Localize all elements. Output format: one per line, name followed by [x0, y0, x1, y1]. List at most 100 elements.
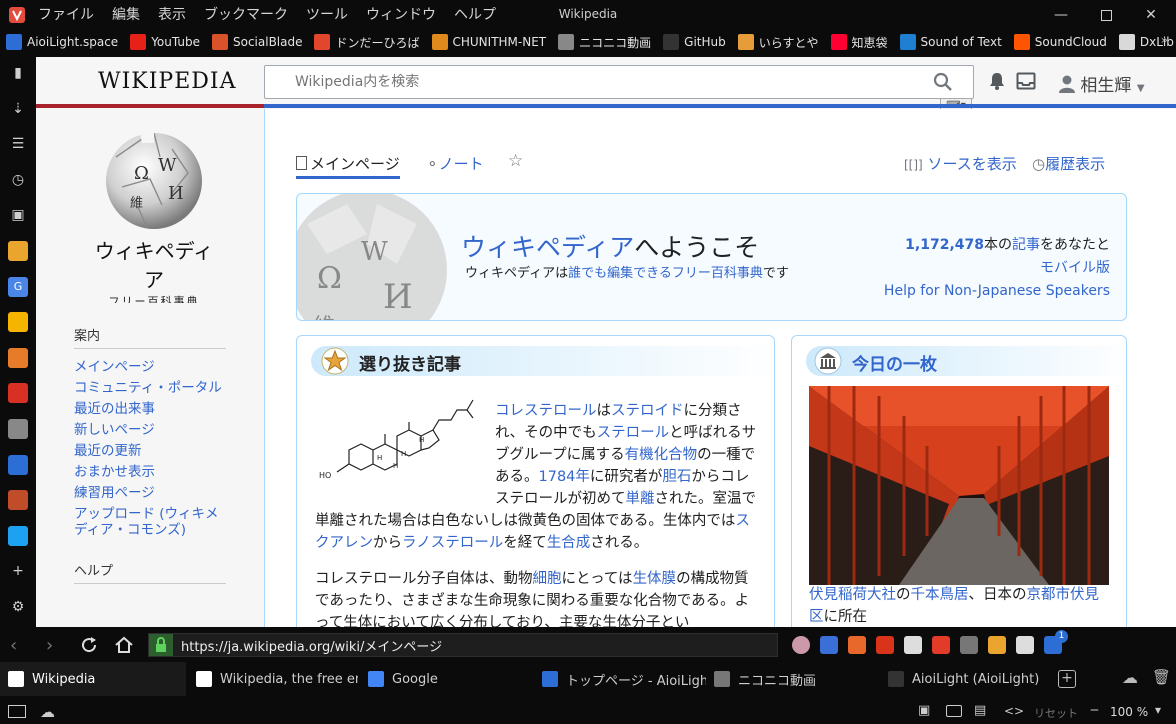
- caption-link[interactable]: 伏見稲荷大社: [809, 587, 896, 603]
- nav-link[interactable]: 最近の出来事: [74, 401, 226, 417]
- browser-tab[interactable]: トップページ - AioiLight.space: [534, 662, 706, 696]
- browser-tab[interactable]: Wikipedia, the free encyclopedia: [188, 662, 358, 696]
- bookmark-item[interactable]: YouTube: [130, 34, 200, 50]
- nav-link[interactable]: メインページ: [74, 359, 226, 375]
- trash-icon[interactable]: 🗑: [1152, 668, 1171, 686]
- featured-link[interactable]: 有機化合物: [625, 447, 698, 463]
- wikipedia-logo[interactable]: Ω W И 維 ウィキペディア フリー百科事典: [94, 127, 214, 308]
- nav-link[interactable]: おまかせ表示: [74, 464, 226, 480]
- bookmark-item[interactable]: CHUNITHM-NET: [431, 34, 546, 50]
- articles-link[interactable]: 記事: [1012, 237, 1040, 253]
- cloud-sync-icon[interactable]: ☁: [40, 703, 55, 721]
- bookmark-item[interactable]: いらすとや: [737, 34, 819, 51]
- close-button[interactable]: ✕: [1128, 0, 1174, 30]
- featured-link[interactable]: 生合成: [547, 535, 591, 551]
- notification-bell-icon[interactable]: [988, 71, 1006, 95]
- settings-icon[interactable]: ⚙: [8, 597, 28, 617]
- images-icon[interactable]: ▤: [974, 703, 986, 718]
- window-icon[interactable]: ▣: [8, 205, 28, 225]
- nav-link[interactable]: アップロード (ウィキメディア・コモンズ): [74, 506, 226, 538]
- forward-icon[interactable]: ›: [46, 635, 53, 656]
- torii-gates-photo[interactable]: [809, 386, 1109, 585]
- extension-icon[interactable]: 1: [1044, 630, 1068, 654]
- stats-icon[interactable]: [8, 347, 28, 368]
- extension-icon[interactable]: [792, 636, 810, 654]
- extension-icon[interactable]: [820, 636, 838, 654]
- twitter-icon[interactable]: [8, 525, 28, 546]
- add-icon[interactable]: +: [8, 561, 28, 581]
- inbox-icon[interactable]: [1016, 72, 1036, 94]
- translate-icon[interactable]: G: [8, 276, 28, 297]
- menu-item-5[interactable]: ウィンドウ: [366, 4, 448, 24]
- menu-item-4[interactable]: ツール: [306, 4, 360, 24]
- aioi-icon[interactable]: [8, 454, 28, 475]
- featured-link[interactable]: 生体膜: [633, 571, 677, 587]
- panel-toggle-icon[interactable]: [8, 705, 26, 718]
- new-tab-icon[interactable]: +: [1058, 670, 1076, 688]
- nav-link[interactable]: 練習用ページ: [74, 485, 226, 501]
- non-japanese-help-link[interactable]: Help for Non-Japanese Speakers: [884, 280, 1110, 303]
- browser-tab[interactable]: Google: [360, 662, 532, 696]
- minimize-button[interactable]: —: [1038, 0, 1084, 30]
- menu-item-1[interactable]: 編集: [112, 4, 152, 24]
- watch-star-icon[interactable]: ☆: [508, 151, 523, 171]
- welcome-wikipedia-link[interactable]: ウィキペディア: [461, 233, 634, 262]
- bookmark-item[interactable]: AioiLight.space: [6, 34, 118, 50]
- capture-icon[interactable]: ▣: [918, 703, 930, 718]
- browser-tab[interactable]: ニコニコ動画: [706, 662, 878, 696]
- browser-tab[interactable]: Wikipedia: [0, 662, 186, 696]
- bookmark-item[interactable]: 知恵袋: [830, 34, 888, 51]
- nav-link[interactable]: 新しいページ: [74, 422, 226, 438]
- featured-link[interactable]: 細胞: [533, 571, 562, 587]
- featured-link[interactable]: 1784年: [539, 469, 590, 485]
- bookmark-item[interactable]: Sound of Text: [899, 34, 1002, 50]
- featured-link[interactable]: ステロール: [597, 425, 670, 441]
- nav-link[interactable]: コミュニティ・ポータル: [74, 380, 226, 396]
- game-icon[interactable]: [8, 490, 28, 511]
- tile-icon[interactable]: [946, 705, 962, 717]
- wikipedia-wordmark[interactable]: WIKIPEDIA: [98, 69, 237, 94]
- menu-item-3[interactable]: ブックマーク: [204, 4, 300, 24]
- extension-icon[interactable]: [848, 636, 866, 654]
- zoom-slider-icon[interactable]: ‒: [1090, 702, 1099, 718]
- back-icon[interactable]: ‹: [10, 635, 17, 656]
- menu-item-0[interactable]: ファイル: [38, 4, 106, 24]
- tab-view-source[interactable]: [[]] ソースを表示: [904, 153, 1017, 174]
- mobile-version-link[interactable]: モバイル版: [884, 257, 1110, 280]
- url-field[interactable]: https://ja.wikipedia.org/wiki/メインページ: [148, 633, 778, 657]
- featured-link[interactable]: ステロイド: [611, 403, 684, 419]
- web-icon[interactable]: [8, 419, 28, 439]
- extension-icon[interactable]: [876, 636, 894, 654]
- extension-icon[interactable]: [1016, 636, 1034, 654]
- notes-icon[interactable]: ☰: [8, 134, 28, 154]
- user-menu[interactable]: 相生輝 ▼: [1059, 71, 1145, 98]
- app-icon[interactable]: [8, 312, 28, 333]
- search-icon[interactable]: [933, 72, 953, 96]
- featured-link[interactable]: コレステロール: [495, 403, 597, 419]
- article-count-number[interactable]: 1,172,478: [905, 237, 984, 253]
- tab-main-page[interactable]: メインページ: [296, 153, 400, 179]
- extension-icon[interactable]: [960, 636, 978, 654]
- tab-cloud-icon[interactable]: ☁: [1122, 668, 1138, 687]
- bookmark-item[interactable]: SocialBlade: [211, 34, 302, 50]
- featured-link[interactable]: ラノステロール: [402, 535, 503, 551]
- caption-link[interactable]: 千本鳥居: [911, 587, 969, 603]
- page-actions-icon[interactable]: <>: [1004, 704, 1024, 718]
- bookmark-item[interactable]: ニコニコ動画: [558, 34, 651, 51]
- featured-link[interactable]: 単離: [626, 491, 655, 507]
- bookmark-icon[interactable]: ▮: [8, 63, 28, 83]
- extension-icon[interactable]: [988, 636, 1006, 654]
- caption-link[interactable]: 京都市: [1027, 587, 1071, 603]
- extension-icon[interactable]: [904, 636, 922, 654]
- bookmark-item[interactable]: ドンだーひろば: [314, 34, 420, 51]
- gmail-icon[interactable]: [8, 383, 28, 404]
- menu-item-6[interactable]: ヘルプ: [454, 4, 508, 24]
- featured-link[interactable]: 胆石: [662, 469, 691, 485]
- download-icon[interactable]: ⇣: [8, 99, 28, 119]
- search-box[interactable]: [264, 65, 974, 99]
- extension-icon[interactable]: [932, 636, 950, 654]
- welcome-sub-link[interactable]: 誰でも編集できるフリー百科事典: [568, 266, 763, 281]
- bookmark-item[interactable]: GitHub: [663, 34, 726, 50]
- reload-icon[interactable]: [80, 636, 98, 658]
- maximize-button[interactable]: [1083, 0, 1129, 30]
